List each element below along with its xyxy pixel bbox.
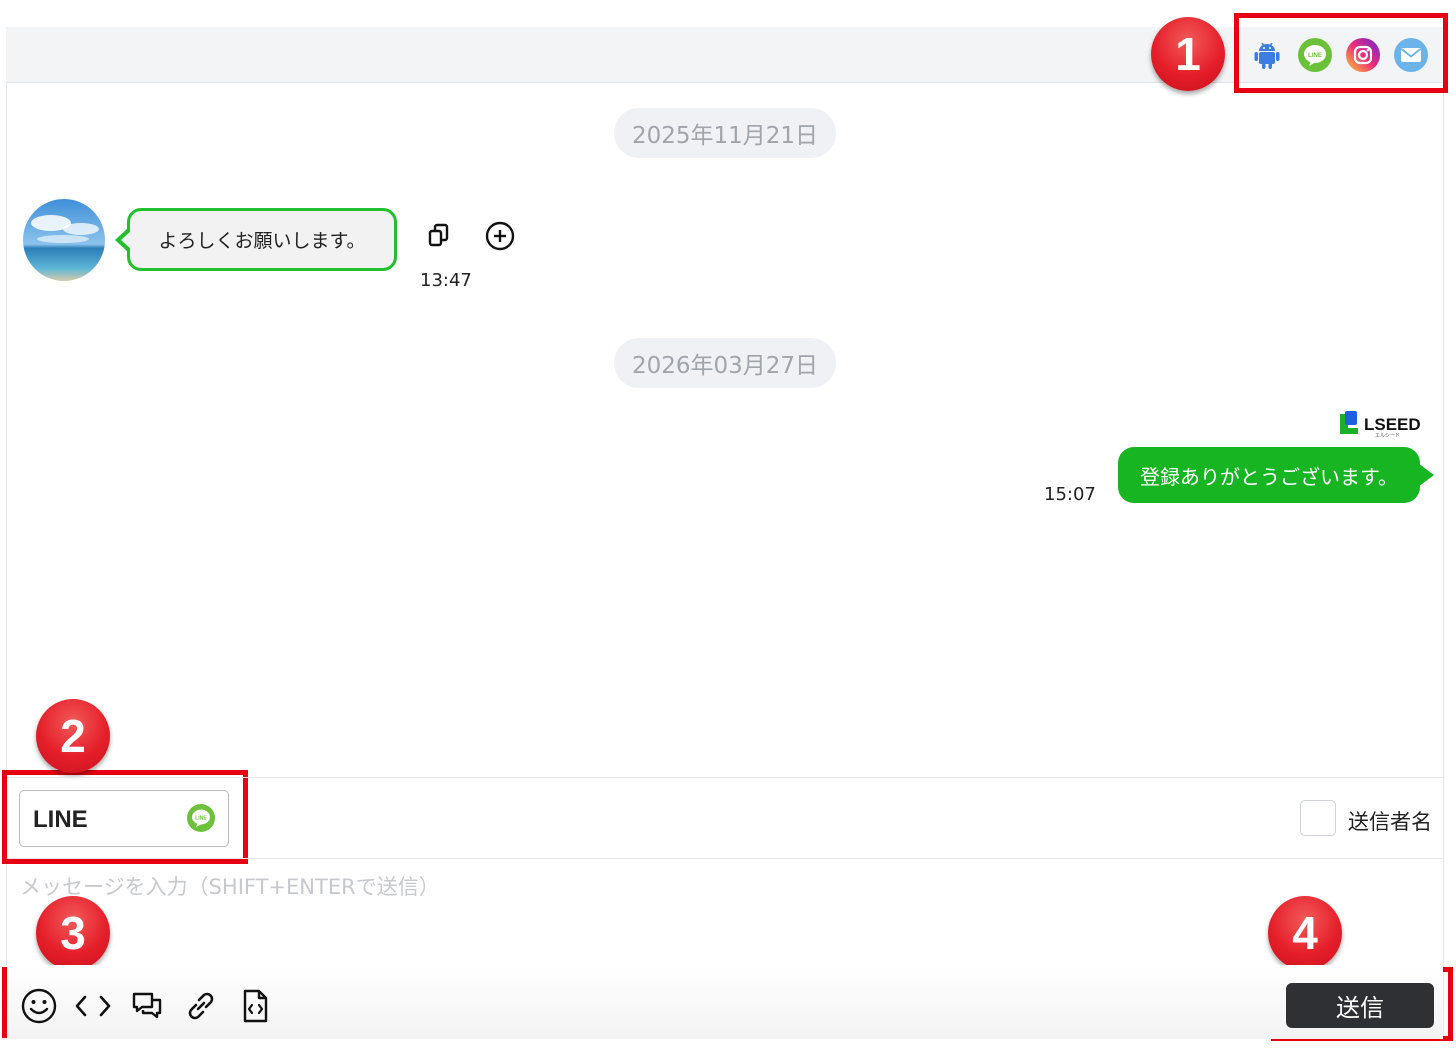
annotation-marker-4: 4 — [1268, 896, 1342, 970]
avatar[interactable] — [23, 199, 105, 281]
outgoing-message-time: 15:07 — [1044, 484, 1096, 505]
copy-icon[interactable] — [419, 216, 459, 256]
channel-icons-highlight — [1234, 13, 1448, 93]
channel-select-label: LINE — [33, 806, 88, 833]
file-code-icon[interactable] — [233, 984, 277, 1028]
add-circle-icon[interactable] — [480, 216, 520, 256]
annotation-marker-1: 1 — [1151, 17, 1225, 91]
link-icon[interactable] — [179, 984, 223, 1028]
code-icon[interactable] — [71, 984, 115, 1028]
line-icon: LINE — [186, 803, 216, 833]
channel-select[interactable]: LINE LINE — [19, 790, 229, 847]
message-input[interactable] — [20, 870, 1220, 904]
annotation-marker-2: 2 — [36, 699, 110, 773]
incoming-message-bubble: よろしくお願いします。 — [115, 208, 397, 271]
line-icon-text: LINE — [195, 816, 207, 822]
channel-toolbar — [6, 27, 1444, 83]
divider — [7, 858, 1443, 859]
sender-name-label: 送信者名 — [1348, 810, 1432, 834]
date-separator: 2025年11月21日 — [614, 108, 836, 158]
sender-name-checkbox[interactable] — [1300, 800, 1336, 836]
lseed-logo-subtext: エルシード — [1375, 433, 1400, 439]
chat-template-icon[interactable] — [125, 984, 169, 1028]
divider — [7, 777, 1443, 778]
date-separator: 2026年03月27日 — [614, 338, 836, 388]
lseed-logo-text: LSEED — [1364, 415, 1421, 434]
send-button[interactable]: 送信 — [1286, 983, 1434, 1028]
lseed-logo: LSEED エルシード — [1337, 411, 1429, 439]
outgoing-message-bubble: 登録ありがとうございます。 — [1118, 447, 1434, 503]
annotation-marker-3: 3 — [36, 896, 110, 970]
incoming-message-time: 13:47 — [420, 270, 472, 291]
emoji-icon[interactable] — [17, 984, 61, 1028]
